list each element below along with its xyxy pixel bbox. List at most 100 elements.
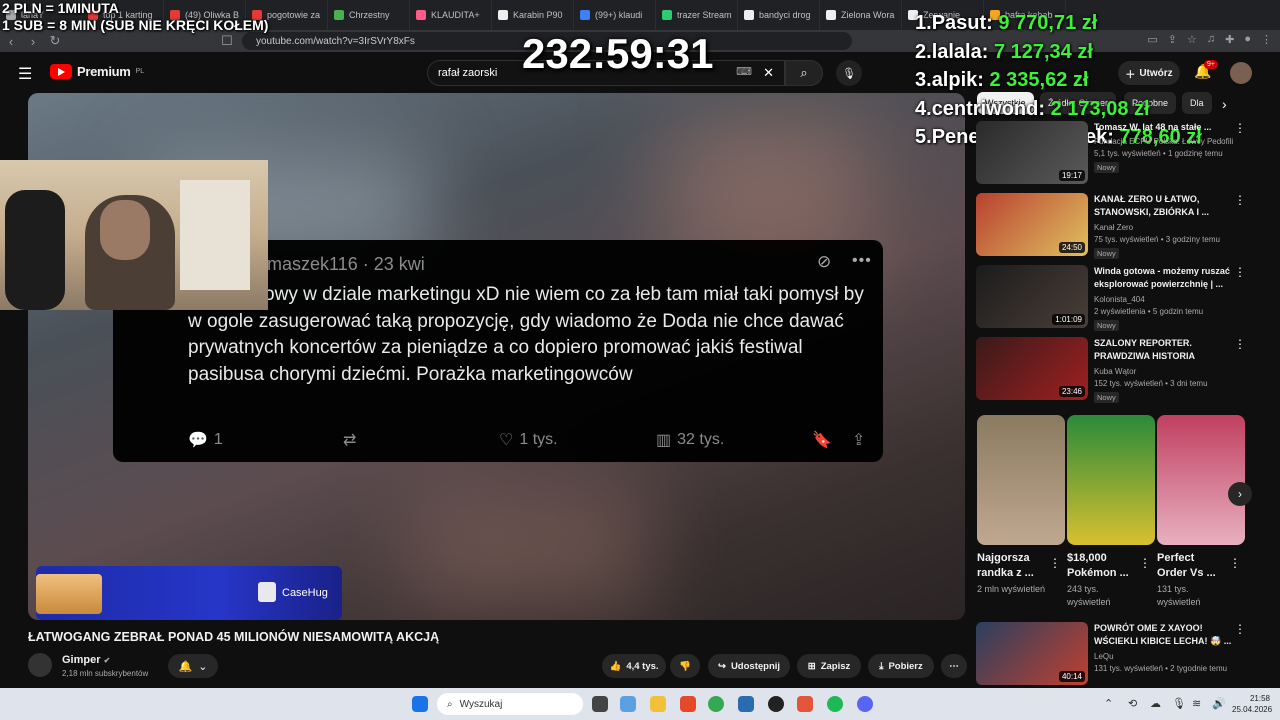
edge-icon[interactable]: [738, 696, 754, 712]
copilot-icon[interactable]: [620, 696, 636, 712]
discord-icon[interactable]: [857, 696, 873, 712]
dislike-button[interactable]: 👎: [670, 654, 700, 678]
recommendation-item[interactable]: 1:01:09 Winda gotowa - możemy ruszać eksp…: [976, 265, 1266, 333]
taskbar-clock[interactable]: 21:58 25.04.2026: [1232, 693, 1272, 715]
tweet-grok-icon: ⊘: [817, 252, 832, 271]
menu-icon[interactable]: ☰: [18, 64, 32, 84]
tab-favicon-icon: [826, 10, 836, 20]
browser-tab[interactable]: trazer Stream: [656, 0, 738, 30]
clear-search-icon[interactable]: ✕: [763, 65, 774, 81]
short-title[interactable]: $18,000 Pokémon ...: [1067, 551, 1137, 581]
short-title[interactable]: Najgorsza randka z ...: [977, 551, 1047, 581]
tab-favicon-icon: [580, 10, 590, 20]
windows-start-icon[interactable]: [412, 696, 428, 712]
share-button[interactable]: ↪ Udostępnij: [708, 654, 790, 678]
forward-icon[interactable]: ›: [22, 34, 44, 49]
mic-tray-icon[interactable]: 🎙: [1172, 697, 1186, 710]
share-arrow-icon: ↪: [717, 660, 726, 672]
tray-chevron-icon[interactable]: ⌃: [1104, 697, 1113, 710]
more-vertical-icon[interactable]: ⋮: [1234, 121, 1246, 135]
recommendation-channel[interactable]: Kolonista_404: [1094, 295, 1145, 304]
recommendation-channel[interactable]: Fundacja ECPU Polska: Łowcy Pedofili: [1094, 137, 1233, 146]
more-icon[interactable]: ⋮: [1261, 33, 1272, 46]
recommendation-channel[interactable]: LeQu: [1094, 652, 1114, 661]
more-actions-button[interactable]: ⋯: [941, 654, 967, 678]
browser-tab[interactable]: Zielona Wora: [820, 0, 902, 30]
tweet-like-count: 1 tys.: [519, 431, 558, 448]
short-title[interactable]: Perfect Order Vs ...: [1157, 551, 1227, 581]
recommendation-thumbnail[interactable]: 19:17: [976, 121, 1088, 184]
recommendation-title[interactable]: Tomasz W. lat 48 na stałe ...: [1094, 121, 1244, 134]
obs-icon[interactable]: [768, 696, 784, 712]
recommendation-item[interactable]: 24:50 KANAŁ ZERO U ŁATWO, STANOWSKI, ZBIÓ…: [976, 193, 1266, 261]
subscribed-button[interactable]: 🔔 ⌄: [168, 654, 218, 678]
reload-icon[interactable]: ↻: [44, 33, 66, 49]
chrome-icon[interactable]: [708, 696, 724, 712]
network-icon[interactable]: ☁: [1150, 697, 1161, 710]
chevron-right-icon[interactable]: ›: [1222, 96, 1227, 112]
more-horizontal-icon: ⋯: [949, 660, 959, 672]
recommendation-title[interactable]: SZALONY REPORTER. PRAWDZIWA HISTORIA: [1094, 337, 1244, 363]
more-vertical-icon[interactable]: ⋮: [1139, 556, 1151, 570]
more-vertical-icon[interactable]: ⋮: [1234, 337, 1246, 351]
recommendation-thumbnail[interactable]: 23:46: [976, 337, 1088, 400]
recommendation-thumbnail[interactable]: 24:50: [976, 193, 1088, 256]
brave-active-icon[interactable]: [797, 696, 813, 712]
back-icon[interactable]: ‹: [0, 34, 22, 49]
shorts-next-button[interactable]: ›: [1228, 482, 1252, 506]
recommendation-thumbnail[interactable]: 1:01:09: [976, 265, 1088, 328]
like-button[interactable]: 👍 4,4 tys.: [602, 654, 666, 678]
recommendation-thumbnail[interactable]: 40:14: [976, 622, 1088, 685]
youtube-logo[interactable]: Premium PL: [50, 64, 144, 79]
recommendation-channel[interactable]: Kuba Wątor: [1094, 367, 1136, 376]
short-thumbnail[interactable]: [977, 415, 1065, 545]
recommendation-item[interactable]: 40:14 POWRÓT OME Z XAYOO! WŚCIEKLI KIBICE…: [976, 622, 1266, 690]
more-vertical-icon[interactable]: ⋮: [1229, 556, 1241, 570]
leaderboard-row: 1.Pasut: 9 770,71 zł: [915, 9, 1202, 38]
extension-icon[interactable]: ✚: [1225, 33, 1234, 46]
tray-app-icon[interactable]: ⟲: [1128, 697, 1137, 710]
browser-tab[interactable]: Chrzestny: [328, 0, 410, 30]
more-vertical-icon[interactable]: ⋮: [1234, 193, 1246, 207]
short-thumbnail[interactable]: [1157, 415, 1245, 545]
browser-tab[interactable]: KLAUDITA+: [410, 0, 492, 30]
recommendation-title[interactable]: Winda gotowa - możemy ruszać eksplorować…: [1094, 265, 1244, 291]
account-avatar[interactable]: [1230, 62, 1252, 84]
file-explorer-icon[interactable]: [650, 696, 666, 712]
browser-tab[interactable]: (99+) klaudi: [574, 0, 656, 30]
browser-tab[interactable]: Karabin P90: [492, 0, 574, 30]
channel-avatar[interactable]: [28, 653, 52, 677]
spotify-icon[interactable]: [827, 696, 843, 712]
download-icon: ⤓: [879, 660, 884, 672]
volume-icon[interactable]: 🔊: [1212, 697, 1226, 710]
taskbar-search[interactable]: ⌕ Wyszukaj: [437, 693, 583, 715]
recommendation-channel[interactable]: Kanał Zero: [1094, 223, 1133, 232]
music-icon[interactable]: ♫: [1207, 33, 1215, 46]
tab-favicon-icon: [662, 10, 672, 20]
leaderboard-amount: 7 127,34 zł: [993, 40, 1093, 63]
more-vertical-icon[interactable]: ⋮: [1234, 265, 1246, 279]
brave-browser-icon[interactable]: [680, 696, 696, 712]
browser-tab[interactable]: bandyci drog: [738, 0, 820, 30]
save-button[interactable]: ⊞ Zapisz: [797, 654, 861, 678]
recommendation-title[interactable]: KANAŁ ZERO U ŁATWO, STANOWSKI, ZBIÓRKA I…: [1094, 193, 1244, 219]
leaderboard-row: 2.lalala: 7 127,34 zł: [915, 38, 1202, 67]
channel-name[interactable]: Gimper ✔: [62, 654, 110, 666]
profile-icon[interactable]: ●: [1244, 33, 1251, 46]
taskbar-search-label: Wyszukaj: [459, 698, 503, 710]
more-vertical-icon[interactable]: ⋮: [1234, 622, 1246, 636]
more-vertical-icon[interactable]: ⋮: [1049, 556, 1061, 570]
keyboard-icon[interactable]: ⌨: [736, 65, 752, 78]
leaderboard-rank: 5.: [915, 126, 932, 148]
recommendation-item[interactable]: 23:46 SZALONY REPORTER. PRAWDZIWA HISTORI…: [976, 337, 1266, 405]
task-view-icon[interactable]: [592, 696, 608, 712]
wifi-icon[interactable]: ≋: [1192, 697, 1201, 710]
voice-search-button[interactable]: 🎙: [836, 60, 862, 86]
search-button[interactable]: ⌕: [785, 60, 823, 86]
leaderboard-row: 3.alpik: 2 335,62 zł: [915, 66, 1202, 95]
short-thumbnail[interactable]: [1067, 415, 1155, 545]
recommendation-title[interactable]: POWRÓT OME Z XAYOO! WŚCIEKLI KIBICE LECH…: [1094, 622, 1244, 648]
bookmark-icon[interactable]: ☐: [216, 33, 238, 49]
download-button[interactable]: ⤓ Pobierz: [868, 654, 934, 678]
recommendation-item[interactable]: 19:17 Tomasz W. lat 48 na stałe ... Fundac…: [976, 121, 1266, 189]
